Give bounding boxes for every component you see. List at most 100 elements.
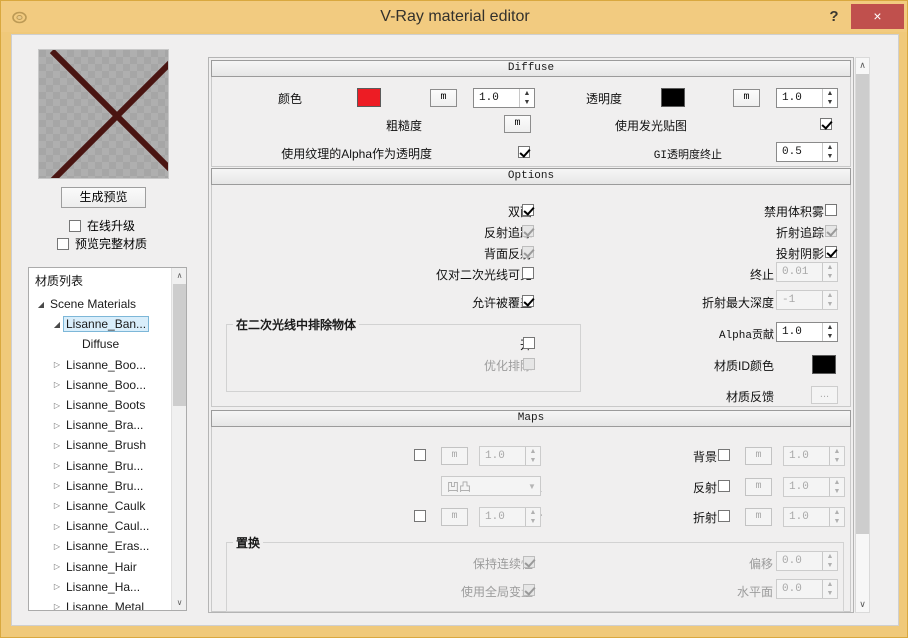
material-tree-item[interactable]: ▷ Lisanne_Boo... — [29, 355, 173, 375]
reflect-map-button[interactable]: m — [745, 478, 772, 496]
expanded-arrow-icon[interactable]: ◢ — [35, 300, 47, 309]
bump-enable-checkbox[interactable] — [414, 449, 426, 461]
collapsed-arrow-icon[interactable]: ▷ — [51, 421, 63, 430]
max-refract-depth-value[interactable]: -1 — [777, 294, 822, 306]
bump-map-button[interactable]: m — [441, 447, 468, 465]
material-tree-item[interactable]: ▷ Lisanne_Metal — [29, 597, 173, 610]
options-section-header[interactable]: Options — [211, 168, 851, 185]
material-id-color-swatch[interactable] — [812, 355, 836, 374]
diffuse-color-amount-spinner[interactable]: 1.0 ▲ ▼ — [473, 88, 535, 108]
refract-map-amount-spinner[interactable]: 1.0 ▲ ▼ — [479, 507, 541, 527]
reflect-trace-checkbox[interactable] — [522, 225, 534, 237]
scroll-up-icon[interactable]: ∧ — [856, 58, 869, 73]
scroll-down-icon[interactable]: ∨ — [856, 597, 869, 612]
material-tree-item[interactable]: ▷ Lisanne_Caulk — [29, 496, 173, 516]
visible-secondary-only-checkbox[interactable] — [522, 267, 534, 279]
refract-map-button[interactable]: m — [441, 508, 468, 526]
help-button[interactable]: ? — [821, 1, 847, 32]
displacement-shift-value[interactable]: 0.0 — [777, 555, 822, 567]
close-button[interactable]: × — [851, 4, 904, 29]
gi-transparency-cutoff-value[interactable]: 0.5 — [777, 146, 822, 158]
maps-section-header[interactable]: Maps — [211, 410, 851, 427]
spinner-buttons[interactable]: ▲ ▼ — [525, 508, 540, 526]
material-tree-item[interactable]: ▷ Lisanne_Brush — [29, 435, 173, 455]
displacement-shift-spinner[interactable]: 0.0 ▲ ▼ — [776, 551, 838, 571]
double-sided-checkbox[interactable] — [522, 204, 534, 216]
spinner-buttons[interactable]: ▲ ▼ — [822, 263, 837, 281]
background-map-button[interactable]: m — [745, 447, 772, 465]
chevron-down-icon[interactable]: ▼ — [524, 482, 540, 491]
material-tree-item[interactable]: ▷ Lisanne_Bra... — [29, 415, 173, 435]
spinner-buttons[interactable]: ▲ ▼ — [519, 89, 534, 107]
diffuse-color-amount-value[interactable]: 1.0 — [474, 92, 519, 104]
water-level-value[interactable]: 0.0 — [777, 583, 822, 595]
alpha-contribution-spinner[interactable]: 1.0 ▲ ▼ — [776, 322, 838, 342]
refract-map-right-amount-spinner[interactable]: 1.0 ▲ ▼ — [783, 507, 845, 527]
transparency-amount-value[interactable]: 1.0 — [777, 92, 822, 104]
exclude-on-checkbox[interactable] — [523, 337, 535, 349]
reflect-map-enable-checkbox[interactable] — [718, 480, 730, 492]
collapsed-arrow-icon[interactable]: ▷ — [51, 481, 63, 490]
spinner-buttons[interactable]: ▲ ▼ — [822, 580, 837, 598]
spinner-buttons[interactable]: ▲ ▼ — [829, 447, 844, 465]
spinner-buttons[interactable]: ▲ ▼ — [822, 291, 837, 309]
refract-map-right-enable-checkbox[interactable] — [718, 510, 730, 522]
refract-trace-checkbox[interactable] — [825, 225, 837, 237]
material-tree-item[interactable]: Diffuse — [29, 334, 173, 354]
disable-volume-fog-checkbox[interactable] — [825, 204, 837, 216]
material-tree-item[interactable]: ◢ Lisanne_Ban... — [29, 314, 173, 334]
background-map-amount-value[interactable]: 1.0 — [784, 450, 829, 462]
material-tree-item[interactable]: ▷ Lisanne_Eras... — [29, 536, 173, 556]
can-be-overridden-checkbox[interactable] — [522, 295, 534, 307]
refract-map-right-button[interactable]: m — [745, 508, 772, 526]
back-side-reflect-checkbox[interactable] — [522, 246, 534, 258]
collapsed-arrow-icon[interactable]: ▷ — [51, 401, 63, 410]
bump-amount-spinner[interactable]: 1.0 ▲ ▼ — [479, 446, 541, 466]
reflect-map-amount-spinner[interactable]: 1.0 ▲ ▼ — [783, 477, 845, 497]
use-alpha-as-transparency-checkbox[interactable] — [518, 146, 530, 158]
water-level-spinner[interactable]: 0.0 ▲ ▼ — [776, 579, 838, 599]
scrollbar-thumb[interactable] — [856, 74, 869, 534]
refract-map-enable-checkbox[interactable] — [414, 510, 426, 522]
material-tree-item[interactable]: ▷ Lisanne_Bru... — [29, 476, 173, 496]
collapsed-arrow-icon[interactable]: ▷ — [51, 360, 63, 369]
spinner-buttons[interactable]: ▲ ▼ — [822, 552, 837, 570]
generate-preview-button[interactable]: 生成预览 — [61, 187, 146, 208]
refract-map-right-amount-value[interactable]: 1.0 — [784, 511, 829, 523]
transparency-color-swatch[interactable] — [661, 88, 685, 107]
spinner-buttons[interactable]: ▲ ▼ — [829, 508, 844, 526]
material-tree[interactable]: ◢ Scene Materials ◢ Lisanne_Ban... Diffuse ▷ L… — [29, 294, 173, 610]
material-tree-item[interactable]: ▷ Lisanne_Ha... — [29, 577, 173, 597]
use-emissive-map-checkbox[interactable] — [820, 118, 832, 130]
roughness-map-button[interactable]: m — [504, 115, 531, 133]
diffuse-color-map-button[interactable]: m — [430, 89, 457, 107]
cast-shadows-checkbox[interactable] — [825, 246, 837, 258]
preview-full-material-checkbox-row[interactable]: 预览完整材质 — [57, 235, 147, 252]
alpha-contribution-value[interactable]: 1.0 — [777, 326, 822, 338]
transparency-amount-spinner[interactable]: 1.0 ▲ ▼ — [776, 88, 838, 108]
online-update-checkbox[interactable] — [69, 219, 81, 232]
preview-full-material-checkbox[interactable] — [57, 237, 69, 250]
collapsed-arrow-icon[interactable]: ▷ — [51, 441, 63, 450]
properties-scrollbar[interactable]: ∧ ∨ — [855, 57, 870, 613]
spinner-buttons[interactable]: ▲ ▼ — [822, 89, 837, 107]
spinner-buttons[interactable]: ▲ ▼ — [822, 143, 837, 161]
material-tree-item[interactable]: ▷ Lisanne_Caul... — [29, 516, 173, 536]
scroll-down-icon[interactable]: ∨ — [172, 595, 186, 610]
online-update-checkbox-row[interactable]: 在线升级 — [69, 217, 135, 234]
max-refract-depth-spinner[interactable]: -1 ▲ ▼ — [776, 290, 838, 310]
material-list-scrollbar[interactable]: ∧ ∨ — [171, 268, 186, 610]
scrollbar-thumb[interactable] — [173, 284, 186, 406]
background-map-amount-spinner[interactable]: 1.0 ▲ ▼ — [783, 446, 845, 466]
background-map-enable-checkbox[interactable] — [718, 449, 730, 461]
expanded-arrow-icon[interactable]: ◢ — [51, 320, 63, 329]
collapsed-arrow-icon[interactable]: ▷ — [51, 501, 63, 510]
bump-amount-value[interactable]: 1.0 — [480, 450, 525, 462]
material-tree-item[interactable]: ▷ Lisanne_Bru... — [29, 456, 173, 476]
material-tree-item[interactable]: ▷ Lisanne_Hair — [29, 556, 173, 576]
cutoff-value[interactable]: 0.01 — [777, 266, 822, 278]
spinner-buttons[interactable]: ▲ ▼ — [829, 478, 844, 496]
collapsed-arrow-icon[interactable]: ▷ — [51, 582, 63, 591]
keep-continuity-checkbox[interactable] — [523, 556, 535, 568]
diffuse-color-swatch[interactable] — [357, 88, 381, 107]
